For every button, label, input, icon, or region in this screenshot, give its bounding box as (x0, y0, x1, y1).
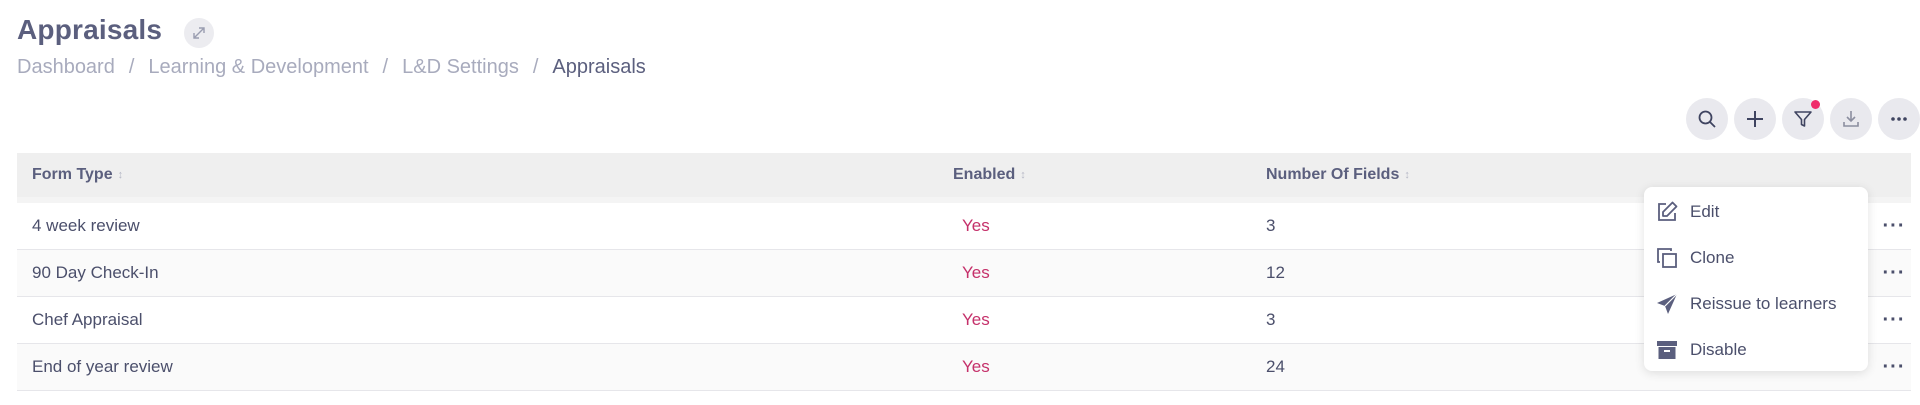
filter-active-dot (1811, 100, 1820, 109)
archive-icon (1654, 337, 1680, 363)
sort-icon: ↕ (117, 169, 124, 181)
breadcrumb-item-current: Appraisals (552, 56, 646, 78)
row-actions-menu: Edit Clone Reissue to learners Disable (1644, 187, 1868, 371)
plus-icon (1747, 111, 1763, 127)
row-more-icon[interactable]: ··· (1877, 258, 1911, 288)
cell-enabled: Yes (962, 357, 990, 376)
table-row[interactable]: 4 week review Yes 3 ··· (17, 203, 1911, 250)
column-header-form-type[interactable]: Form Type ↕ (32, 166, 123, 184)
cell-form-type: 4 week review (32, 216, 140, 235)
menu-item-clone[interactable]: Clone (1654, 243, 1734, 273)
toolbar (1680, 98, 1920, 140)
cell-number-of-fields: 3 (1266, 216, 1276, 235)
breadcrumb-separator: / (532, 56, 539, 78)
row-more-icon[interactable]: ··· (1877, 352, 1911, 382)
table-header: Form Type ↕ Enabled ↕ Number Of Fields ↕ (17, 153, 1911, 203)
menu-item-edit[interactable]: Edit (1654, 197, 1719, 227)
cell-form-type: Chef Appraisal (32, 310, 143, 329)
page-header: Appraisals (17, 12, 215, 48)
sort-icon: ↕ (1020, 169, 1026, 181)
breadcrumb-item-dashboard[interactable]: Dashboard (17, 56, 115, 79)
more-icon (1891, 117, 1907, 121)
cell-number-of-fields: 3 (1266, 310, 1276, 329)
send-icon (1654, 291, 1680, 317)
search-button[interactable] (1686, 98, 1728, 140)
cell-enabled: Yes (962, 216, 990, 235)
appraisals-table: Form Type ↕ Enabled ↕ Number Of Fields ↕ 4 … (17, 153, 1911, 391)
row-more-icon[interactable]: ··· (1877, 305, 1911, 335)
add-button[interactable] (1734, 98, 1776, 140)
breadcrumb-item-ld-settings[interactable]: L&D Settings (402, 56, 519, 79)
breadcrumb-item-learning[interactable]: Learning & Development (148, 56, 368, 79)
edit-icon (1654, 199, 1680, 225)
table-body: 4 week review Yes 3 ··· 90 Day Check-In … (17, 203, 1911, 391)
table-row[interactable]: 90 Day Check-In Yes 12 ··· (17, 250, 1911, 297)
breadcrumb-separator: / (382, 56, 389, 78)
breadcrumb-separator: / (128, 56, 135, 78)
menu-item-disable[interactable]: Disable (1654, 335, 1747, 365)
column-header-number-of-fields[interactable]: Number Of Fields ↕ (1266, 166, 1410, 184)
expand-button[interactable] (184, 18, 215, 48)
download-button[interactable] (1830, 98, 1872, 140)
cell-form-type: End of year review (32, 357, 173, 376)
cell-enabled: Yes (962, 310, 990, 329)
cell-form-type: 90 Day Check-In (32, 263, 159, 282)
column-header-enabled[interactable]: Enabled ↕ (953, 166, 1026, 184)
page-title: Appraisals (17, 14, 163, 45)
table-row[interactable]: Chef Appraisal Yes 3 ··· (17, 297, 1911, 344)
filter-icon (1794, 111, 1812, 127)
table-row[interactable]: End of year review Yes 24 ··· (17, 344, 1911, 391)
row-more-icon[interactable]: ··· (1877, 211, 1911, 241)
sort-icon: ↕ (1404, 169, 1410, 181)
expand-arrows-icon (193, 27, 205, 39)
cell-number-of-fields: 12 (1266, 263, 1285, 282)
breadcrumb: Dashboard / Learning & Development / L&D… (17, 56, 646, 79)
filter-button[interactable] (1782, 98, 1824, 140)
search-icon (1698, 110, 1716, 128)
cell-enabled: Yes (962, 263, 990, 282)
more-options-button[interactable] (1878, 98, 1920, 140)
cell-number-of-fields: 24 (1266, 357, 1285, 376)
download-icon (1843, 111, 1859, 127)
menu-item-reissue[interactable]: Reissue to learners (1654, 289, 1836, 319)
clone-icon (1654, 245, 1680, 271)
